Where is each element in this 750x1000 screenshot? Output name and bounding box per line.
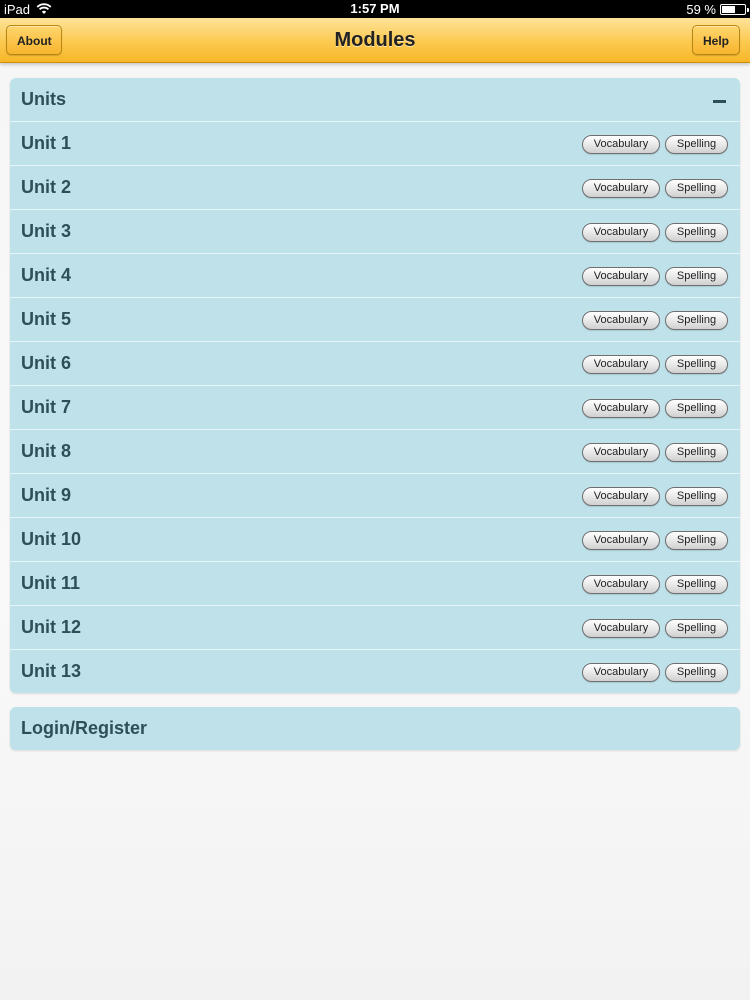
unit-label: Unit 3 <box>21 221 72 241</box>
vocabulary-button[interactable]: Vocabulary <box>582 619 660 638</box>
unit-label: Unit 10 <box>21 529 82 549</box>
login-register-label: Login/Register <box>21 718 148 738</box>
spelling-button[interactable]: Spelling <box>665 443 728 462</box>
status-time: 1:57 PM <box>350 1 400 16</box>
collapse-minus-icon[interactable] <box>713 100 726 103</box>
unit-label: Unit 12 <box>21 617 82 637</box>
unit-label: Unit 4 <box>21 265 72 285</box>
spelling-button[interactable]: Spelling <box>665 531 728 550</box>
unit-label: Unit 8 <box>21 441 72 461</box>
unit-row[interactable]: Unit 12 Vocabulary Spelling <box>10 606 740 650</box>
spelling-button[interactable]: Spelling <box>665 619 728 638</box>
login-register-row[interactable]: Login/Register <box>10 707 740 750</box>
vocabulary-button[interactable]: Vocabulary <box>582 179 660 198</box>
unit-list: Unit 1 Vocabulary Spelling Unit 2 Vocabu… <box>10 122 740 693</box>
unit-label: Unit 7 <box>21 397 72 417</box>
unit-row[interactable]: Unit 10 Vocabulary Spelling <box>10 518 740 562</box>
unit-label: Unit 6 <box>21 353 72 373</box>
spelling-button[interactable]: Spelling <box>665 663 728 682</box>
status-right: 59 % <box>686 0 749 18</box>
vocabulary-button[interactable]: Vocabulary <box>582 267 660 286</box>
vocabulary-button[interactable]: Vocabulary <box>582 443 660 462</box>
spelling-button[interactable]: Spelling <box>665 399 728 418</box>
unit-label: Unit 11 <box>21 573 81 593</box>
status-bar: iPad 1:57 PM 59 % <box>0 0 750 18</box>
vocabulary-button[interactable]: Vocabulary <box>582 663 660 682</box>
unit-label: Unit 1 <box>21 133 72 153</box>
unit-row[interactable]: Unit 3 Vocabulary Spelling <box>10 210 740 254</box>
spelling-button[interactable]: Spelling <box>665 267 728 286</box>
battery-percent: 59 % <box>686 1 716 17</box>
spelling-button[interactable]: Spelling <box>665 487 728 506</box>
vocabulary-button[interactable]: Vocabulary <box>582 487 660 506</box>
unit-row[interactable]: Unit 4 Vocabulary Spelling <box>10 254 740 298</box>
unit-row[interactable]: Unit 13 Vocabulary Spelling <box>10 650 740 693</box>
unit-row[interactable]: Unit 9 Vocabulary Spelling <box>10 474 740 518</box>
spelling-button[interactable]: Spelling <box>665 179 728 198</box>
units-panel-header[interactable]: Units <box>10 78 740 122</box>
unit-row[interactable]: Unit 2 Vocabulary Spelling <box>10 166 740 210</box>
vocabulary-button[interactable]: Vocabulary <box>582 311 660 330</box>
unit-row[interactable]: Unit 11 Vocabulary Spelling <box>10 562 740 606</box>
spelling-button[interactable]: Spelling <box>665 311 728 330</box>
unit-row[interactable]: Unit 1 Vocabulary Spelling <box>10 122 740 166</box>
spelling-button[interactable]: Spelling <box>665 223 728 242</box>
spelling-button[interactable]: Spelling <box>665 355 728 374</box>
help-button[interactable]: Help <box>692 25 740 55</box>
vocabulary-button[interactable]: Vocabulary <box>582 575 660 594</box>
vocabulary-button[interactable]: Vocabulary <box>582 355 660 374</box>
unit-label: Unit 13 <box>21 661 82 681</box>
unit-label: Unit 2 <box>21 177 72 197</box>
battery-icon <box>720 3 749 15</box>
page-title: Modules <box>334 29 416 51</box>
spelling-button[interactable]: Spelling <box>665 575 728 594</box>
vocabulary-button[interactable]: Vocabulary <box>582 531 660 550</box>
spelling-button[interactable]: Spelling <box>665 135 728 154</box>
unit-row[interactable]: Unit 5 Vocabulary Spelling <box>10 298 740 342</box>
unit-row[interactable]: Unit 6 Vocabulary Spelling <box>10 342 740 386</box>
unit-label: Unit 5 <box>21 309 72 329</box>
vocabulary-button[interactable]: Vocabulary <box>582 223 660 242</box>
vocabulary-button[interactable]: Vocabulary <box>582 399 660 418</box>
battery-level-fill <box>722 5 735 13</box>
units-panel-title: Units <box>21 89 66 109</box>
vocabulary-button[interactable]: Vocabulary <box>582 135 660 154</box>
units-panel: Units Unit 1 Vocabulary Spelling Unit 2 … <box>10 78 740 693</box>
unit-row[interactable]: Unit 8 Vocabulary Spelling <box>10 430 740 474</box>
unit-row[interactable]: Unit 7 Vocabulary Spelling <box>10 386 740 430</box>
navigation-bar: About Modules Help <box>0 18 750 63</box>
unit-label: Unit 9 <box>21 485 72 505</box>
